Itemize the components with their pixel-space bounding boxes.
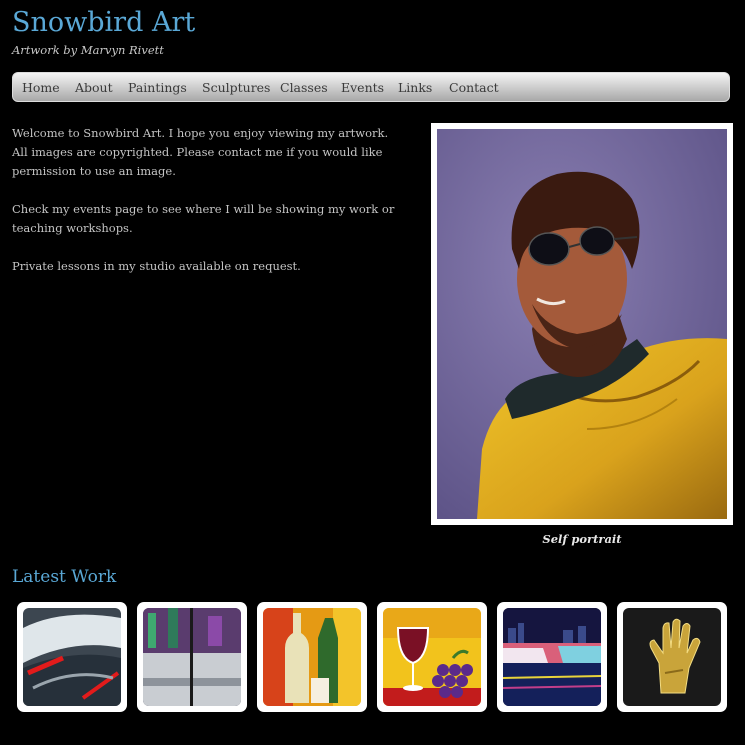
site-title[interactable]: Snowbird Art (12, 6, 195, 40)
nav-sculptures[interactable]: Sculptures (202, 73, 270, 101)
still-life-painting-image (263, 608, 361, 706)
intro-text: Welcome to Snowbird Art. I hope you enjo… (12, 124, 407, 295)
main-nav: Home About Paintings Sculptures Classes … (12, 72, 730, 102)
night-scene-painting-image (503, 608, 601, 706)
wine-painting-image (383, 608, 481, 706)
thumbnail-bronze-hand[interactable] (617, 602, 727, 712)
intro-paragraph-welcome: Welcome to Snowbird Art. I hope you enjo… (12, 126, 389, 178)
latest-work-heading: Latest Work (12, 567, 117, 587)
intro-paragraph-events: Check my events page to see where I will… (12, 202, 395, 235)
nav-about[interactable]: About (75, 73, 113, 101)
nav-classes[interactable]: Classes (280, 73, 328, 101)
nav-events[interactable]: Events (341, 73, 384, 101)
intro-paragraph-lessons: Private lessons in my studio available o… (12, 259, 301, 273)
nav-contact[interactable]: Contact (449, 73, 499, 101)
site-tagline: Artwork by Marvyn Rivett (12, 43, 164, 57)
nav-home[interactable]: Home (22, 73, 60, 101)
nav-links[interactable]: Links (398, 73, 432, 101)
abstract-painting-image (23, 608, 121, 706)
thumbnail-abstract-red[interactable] (17, 602, 127, 712)
self-portrait-image (437, 129, 727, 519)
diptych-painting-image (143, 608, 241, 706)
hand-sculpture-image (623, 608, 721, 706)
thumbnail-wine-grapes[interactable] (377, 602, 487, 712)
portrait-caption: Self portrait (542, 532, 622, 546)
thumbnail-winter-diptych[interactable] (137, 602, 247, 712)
thumbnail-bottle-still-life[interactable] (257, 602, 367, 712)
thumbnail-night-falls[interactable] (497, 602, 607, 712)
nav-paintings[interactable]: Paintings (128, 73, 187, 101)
featured-painting[interactable] (431, 123, 733, 525)
